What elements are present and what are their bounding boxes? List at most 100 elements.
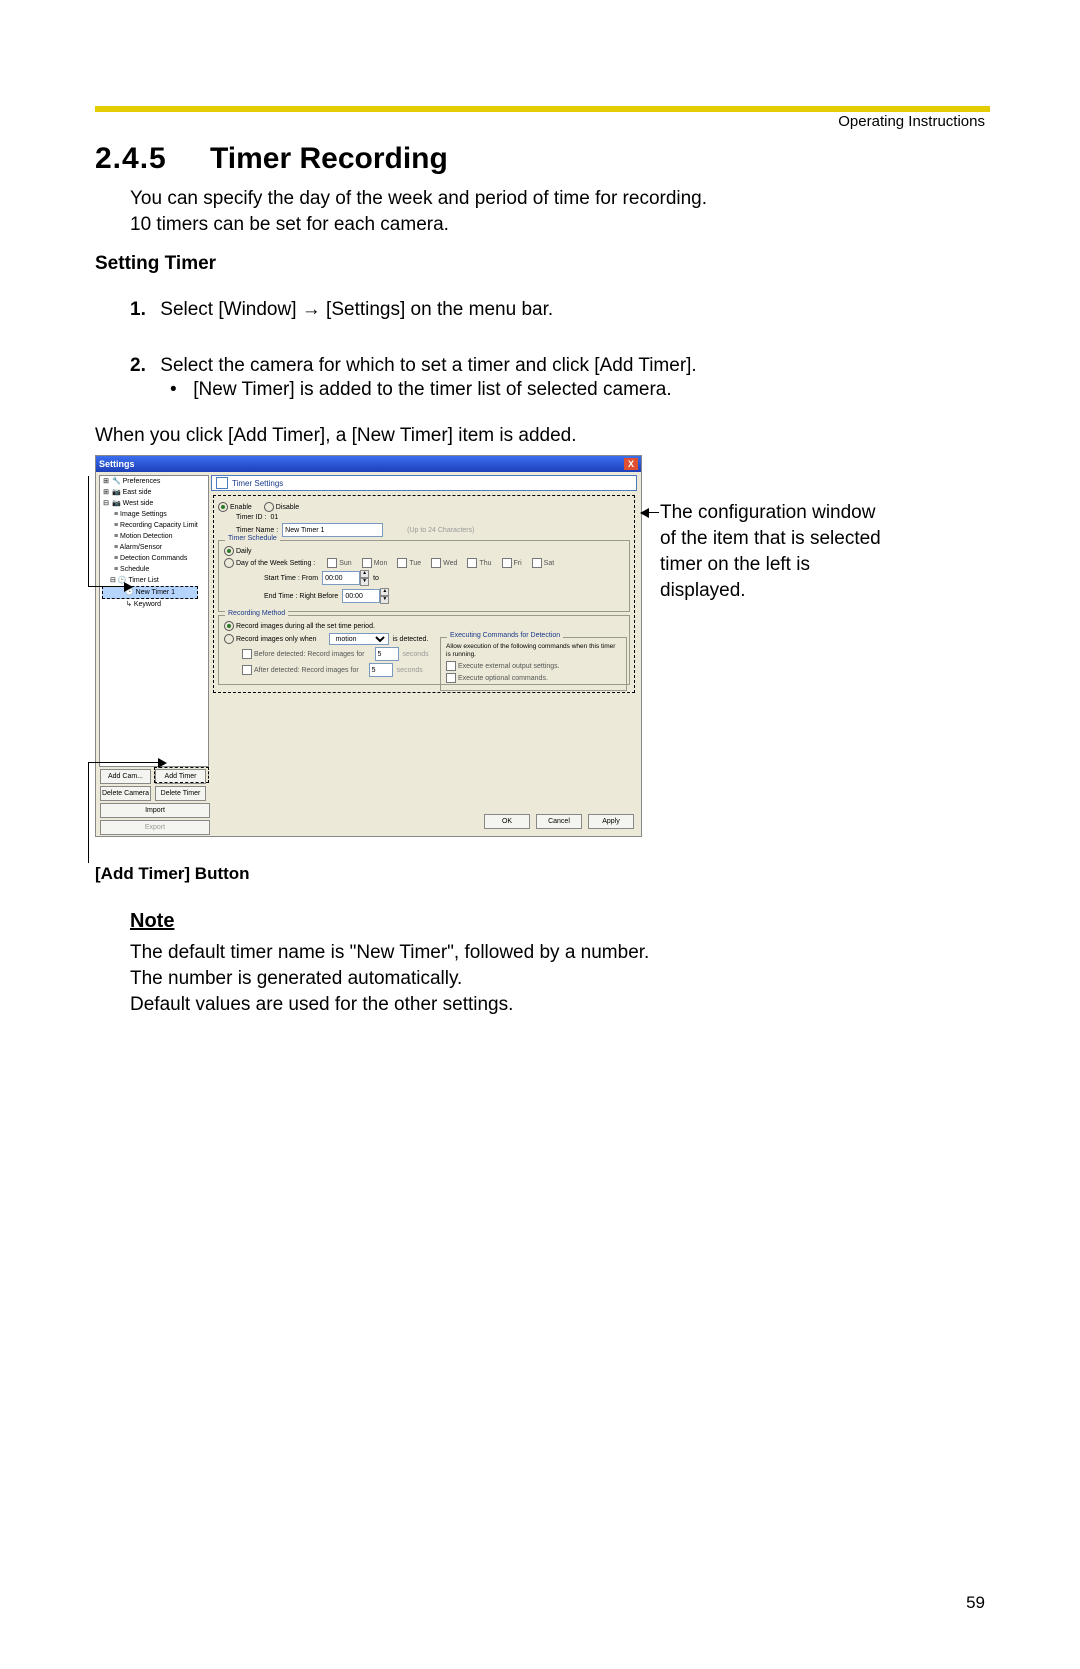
note-line3: Default values are used for the other se… <box>130 994 513 1015</box>
start-time-label: Start Time : From <box>264 575 318 582</box>
annotation-right: The configuration window of the item tha… <box>660 500 895 604</box>
end-time-input[interactable]: ▲▼ <box>342 588 389 604</box>
is-detected-label: is detected. <box>393 636 429 643</box>
tree-callout-v <box>88 476 89 586</box>
intro-line1: You can specify the day of the week and … <box>130 188 707 209</box>
arrow-left-icon <box>640 508 649 518</box>
tree-west-side[interactable]: ⊟ 📷 West side <box>100 498 208 509</box>
addtimer-callout-v <box>88 762 89 863</box>
note-body: The default timer name is "New Timer", f… <box>130 940 649 1018</box>
to-label: to <box>373 575 379 582</box>
chk-thu[interactable]: Thu <box>467 558 491 568</box>
settings-tree[interactable]: ⊞ 🔧 Preferences ⊞ 📷 East side ⊟ 📷 West s… <box>99 475 209 767</box>
cmd-ext-output[interactable]: Execute external output settings. <box>446 661 560 671</box>
before-detected-chk[interactable]: Before detected: Record images for <box>242 649 365 659</box>
panel-title: Timer Settings <box>232 479 283 488</box>
step-1-number: 1. <box>130 296 155 323</box>
arrow-right-icon <box>124 582 133 592</box>
detect-type-select[interactable]: motion <box>329 633 389 645</box>
dialog-title: Settings <box>99 459 135 469</box>
timer-id-value: 01 <box>270 514 278 521</box>
timer-name-hint: (Up to 24 Characters) <box>407 527 474 534</box>
chk-sun[interactable]: Sun <box>327 558 351 568</box>
ok-button[interactable]: OK <box>484 814 530 829</box>
tree-preferences[interactable]: ⊞ 🔧 Preferences <box>100 476 208 487</box>
tree-east-side[interactable]: ⊞ 📷 East side <box>100 487 208 498</box>
step-2-number: 2. <box>130 352 155 379</box>
timer-name-input[interactable] <box>282 523 383 537</box>
chk-fri[interactable]: Fri <box>502 558 522 568</box>
panel-icon <box>216 477 228 489</box>
step-2-bullet: • [New Timer] is added to the timer list… <box>170 379 672 401</box>
cmds-desc: Allow execution of the following command… <box>446 643 621 659</box>
record-when-radio[interactable]: Record images only when <box>224 634 317 644</box>
tree-motion-detection[interactable]: ≡ Motion Detection <box>100 531 208 542</box>
subheading-setting-timer: Setting Timer <box>95 253 216 275</box>
import-button[interactable]: Import <box>100 803 210 818</box>
tree-detection-commands[interactable]: ≡ Detection Commands <box>100 553 208 564</box>
chk-tue[interactable]: Tue <box>397 558 421 568</box>
panel-header: Timer Settings <box>211 475 637 491</box>
dow-radio[interactable]: Day of the Week Setting : <box>224 558 315 568</box>
section-number: 2.4.5 <box>95 142 167 176</box>
tree-timer-list[interactable]: ⊟ 🕒 Timer List <box>100 575 208 586</box>
daily-radio[interactable]: Daily <box>224 546 252 556</box>
settings-dialog: Settings X ⊞ 🔧 Preferences ⊞ 📷 East side… <box>95 455 642 837</box>
add-timer-button[interactable]: Add Timer <box>155 769 206 784</box>
step-1: 1. Select [Window] → [Settings] on the m… <box>130 296 553 323</box>
end-time-label: End Time : Right Before <box>264 593 338 600</box>
before-seconds[interactable] <box>375 647 399 661</box>
step-2-text: Select the camera for which to set a tim… <box>160 355 696 376</box>
dialog-ok-row: OK Cancel Apply <box>483 813 635 830</box>
delete-camera-button[interactable]: Delete Camera <box>100 786 151 801</box>
step-1-text: Select [Window] → [Settings] on the menu… <box>160 299 553 320</box>
tree-schedule[interactable]: ≡ Schedule <box>100 564 208 575</box>
disable-radio[interactable]: Disable <box>264 502 299 512</box>
tree-keyword[interactable]: ↳ Keyword <box>100 599 208 610</box>
step-2-bullet-text: [New Timer] is added to the timer list o… <box>193 379 671 400</box>
chk-sat[interactable]: Sat <box>532 558 555 568</box>
add-camera-button[interactable]: Add Cam... <box>100 769 151 784</box>
left-button-column: Add Cam... Add Timer Delete Camera Delet… <box>99 768 207 836</box>
step-2: 2. Select the camera for which to set a … <box>130 352 697 379</box>
after-detected-chk[interactable]: After detected: Record images for <box>242 665 359 675</box>
recording-method-title: Recording Method <box>225 610 288 617</box>
recording-method-group: Recording Method Record images during al… <box>218 615 630 685</box>
timer-id-label: Timer ID : <box>236 514 266 521</box>
tree-new-timer-1[interactable]: 🕒 New Timer 1 <box>102 586 198 599</box>
start-time-input[interactable]: ▲▼ <box>322 570 369 586</box>
enable-radio[interactable]: Enable <box>218 502 252 512</box>
page-top-bar <box>95 106 990 112</box>
cmd-optional[interactable]: Execute optional commands. <box>446 673 548 683</box>
after-seconds[interactable] <box>369 663 393 677</box>
note-line1: The default timer name is "New Timer", f… <box>130 942 649 963</box>
timer-name-label: Timer Name : <box>236 527 278 534</box>
add-timer-caption: [Add Timer] Button <box>95 864 250 884</box>
intro-line2: 10 timers can be set for each camera. <box>130 214 449 235</box>
chk-mon[interactable]: Mon <box>362 558 388 568</box>
bullet-dot-icon: • <box>170 379 188 401</box>
addtimer-callout-h <box>88 762 163 763</box>
close-button[interactable]: X <box>624 458 638 470</box>
tree-recording-capacity[interactable]: ≡ Recording Capacity Limit <box>100 520 208 531</box>
tree-image-settings[interactable]: ≡ Image Settings <box>100 509 208 520</box>
chk-wed[interactable]: Wed <box>431 558 457 568</box>
tree-alarm-sensor[interactable]: ≡ Alarm/Sensor <box>100 542 208 553</box>
timer-schedule-group: Timer Schedule Daily Day of the Week Set… <box>218 540 630 612</box>
record-all-radio[interactable]: Record images during all the set time pe… <box>224 621 375 631</box>
when-click-line: When you click [Add Timer], a [New Timer… <box>95 425 577 447</box>
dialog-titlebar[interactable]: Settings X <box>96 456 641 472</box>
note-line2: The number is generated automatically. <box>130 968 462 989</box>
note-heading: Note <box>130 910 174 933</box>
cancel-button[interactable]: Cancel <box>536 814 582 829</box>
arrow-right-icon-2 <box>158 758 167 768</box>
executing-commands-title: Executing Commands for Detection <box>447 632 563 639</box>
panel-body-highlight: Enable Disable Timer ID : 01 Timer Name … <box>213 495 635 693</box>
section-title: Timer Recording <box>210 142 448 176</box>
intro-text: You can specify the day of the week and … <box>130 186 707 238</box>
apply-button[interactable]: Apply <box>588 814 634 829</box>
timer-settings-panel: Timer Settings Enable Disable Timer ID :… <box>211 475 637 804</box>
header-right-label: Operating Instructions <box>838 113 985 130</box>
delete-timer-button[interactable]: Delete Timer <box>155 786 206 801</box>
export-button[interactable]: Export <box>100 820 210 835</box>
